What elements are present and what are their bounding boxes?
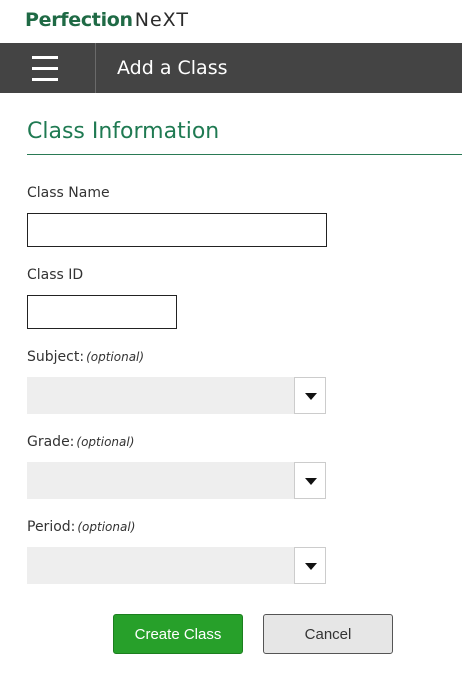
grade-label-text: Grade: (27, 434, 75, 450)
chevron-down-icon (305, 393, 317, 400)
period-label: Period: (optional) (27, 519, 135, 535)
period-dropdown-button[interactable] (294, 547, 326, 584)
grade-dropdown-button[interactable] (294, 462, 326, 499)
hamburger-menu-button[interactable] (0, 43, 96, 93)
logo-bar: Perfection NeXT (0, 0, 462, 43)
grade-optional-hint: (optional) (76, 435, 135, 449)
create-class-button[interactable]: Create Class (113, 614, 243, 654)
app-header: Add a Class (0, 43, 462, 93)
logo-brand-text: Perfection (25, 9, 133, 31)
period-select[interactable] (27, 547, 326, 584)
period-label-text: Period: (27, 519, 76, 535)
subject-optional-hint: (optional) (86, 350, 145, 364)
class-name-input[interactable] (27, 213, 327, 247)
class-name-label: Class Name (27, 185, 110, 201)
chevron-down-icon (305, 478, 317, 485)
class-id-input[interactable] (27, 295, 177, 329)
page-title: Add a Class (117, 57, 228, 79)
perfection-next-logo: Perfection NeXT (25, 9, 189, 31)
class-id-label: Class ID (27, 267, 84, 283)
period-optional-hint: (optional) (77, 520, 136, 534)
logo-suffix-text: NeXT (134, 9, 189, 31)
subject-dropdown-button[interactable] (294, 377, 326, 414)
grade-select[interactable] (27, 462, 326, 499)
cancel-button[interactable]: Cancel (263, 614, 393, 654)
grade-label: Grade: (optional) (27, 434, 134, 450)
subject-select[interactable] (27, 377, 326, 414)
section-divider (27, 154, 462, 155)
chevron-down-icon (305, 563, 317, 570)
section-title: Class Information (27, 119, 220, 144)
subject-label-text: Subject: (27, 349, 85, 365)
subject-label: Subject: (optional) (27, 349, 144, 365)
